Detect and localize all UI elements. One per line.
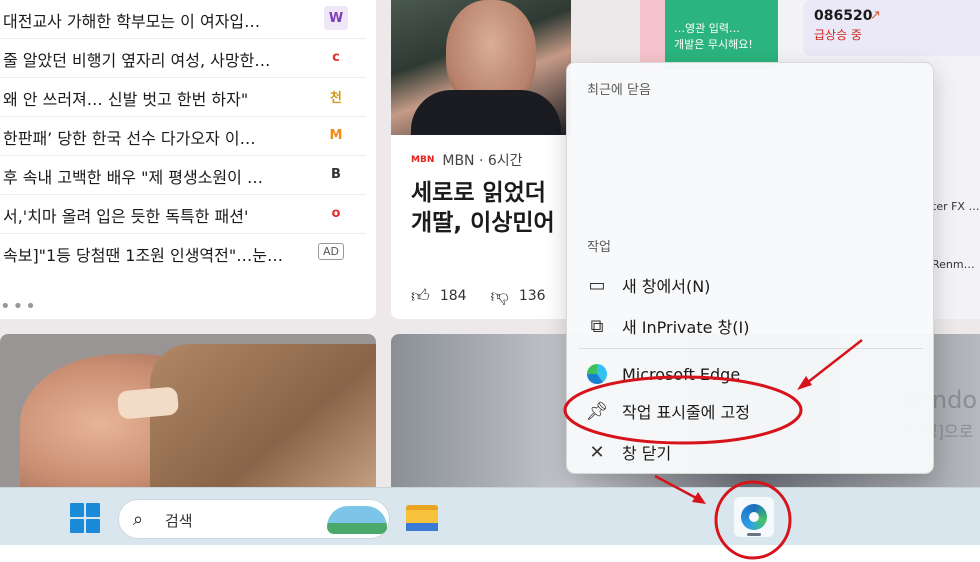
window-icon: ▭ <box>588 274 606 296</box>
headline-line: 개딸, 이상민어 <box>411 210 555 236</box>
ad-badge: AD <box>318 243 344 260</box>
publisher-logo-icon: M <box>329 127 343 143</box>
article-headline[interactable]: 세로로 읽었더 개딸, 이상민어 <box>411 178 571 238</box>
new-window-item[interactable]: ▭ 새 창에서(N) <box>575 266 925 304</box>
news-list-card: 대전교사 가해한 학부모는 이 여자입… W 줄 알았던 비행기 옆자리 여성,… <box>0 0 376 319</box>
thumbs-up-icon[interactable]: 👍︎ <box>411 285 430 307</box>
recent-closed-heading: 최근에 닫음 <box>587 83 651 98</box>
edge-taskbar-button[interactable] <box>734 497 774 537</box>
taskbar-search[interactable]: ⌕ 검색 <box>118 499 390 539</box>
publisher-logo-icon: o <box>331 205 341 221</box>
headline-line: 세로로 읽었더 <box>411 180 546 206</box>
mbn-logo-icon: MBN <box>411 155 435 165</box>
thumbs-down-icon[interactable]: 👎︎ <box>491 285 509 307</box>
sleep-photo[interactable] <box>0 334 376 494</box>
windows-logo-icon <box>70 503 84 517</box>
edge-jump-list: 최근에 닫음 작업 ▭ 새 창에서(N) ⧉ 새 InPrivate 창(I) … <box>566 62 934 474</box>
news-item[interactable]: 한판패’ 당한 한국 선수 다가오자 이… M <box>0 117 366 156</box>
running-indicator <box>747 533 761 536</box>
news-title[interactable]: 후 속내 고백한 배우 "제 평생소원이 … <box>3 164 303 188</box>
news-title[interactable]: 대전교사 가해한 학부모는 이 여자입… <box>3 8 303 32</box>
news-title[interactable]: 한판패’ 당한 한국 선수 다가오자 이… <box>3 125 303 149</box>
promo-line: …영관 입력… <box>674 22 740 35</box>
new-inprivate-item[interactable]: ⧉ 새 InPrivate 창(I) <box>575 307 925 345</box>
menu-divider <box>579 348 923 349</box>
search-placeholder: 검색 <box>165 512 193 530</box>
publisher-logo-icon: c <box>332 49 340 65</box>
news-title[interactable]: 속보]"1등 당첨땐 1조원 인생역전"…눈… <box>3 242 303 266</box>
taskbar: ⌕ 검색 <box>0 487 980 545</box>
screen-bottom <box>0 545 980 562</box>
news-item[interactable]: 서,'치마 올려 입은 듯한 독특한 패션' o <box>0 195 366 234</box>
menu-label: 새 InPrivate 창(I) <box>622 318 750 337</box>
blanket <box>150 344 376 494</box>
start-button[interactable] <box>70 503 100 533</box>
side-label: Renm… <box>932 258 975 271</box>
stock-trend: 급상승 중 <box>814 28 862 42</box>
publisher-logo-icon: W <box>324 6 348 30</box>
pin-icon: 📌︎ <box>585 400 609 422</box>
news-title[interactable]: 줄 알았던 비행기 옆자리 여성, 사망한… <box>3 47 303 71</box>
publisher-logo-icon: B <box>331 166 341 182</box>
news-item[interactable]: 속보]"1등 당첨땐 1조원 인생역전"…눈… AD <box>0 234 366 273</box>
like-count: 184 <box>439 288 467 304</box>
source-label: MBN · 6시간 <box>442 153 523 169</box>
publisher-logo-icon: 천 <box>330 90 342 106</box>
promo-card[interactable]: …영관 입력… 개발은 무시해요! <box>640 0 778 70</box>
search-highlight-art <box>327 506 387 534</box>
stock-code: 086520 <box>814 8 873 24</box>
pin-to-taskbar-item[interactable]: 📌︎ 작업 표시줄에 고정 <box>575 392 925 430</box>
more-options-icon[interactable]: ••• <box>0 296 38 317</box>
news-item[interactable]: 후 속내 고백한 배우 "제 평생소원이 … B <box>0 156 366 195</box>
article-photo <box>391 0 571 135</box>
menu-label: Microsoft Edge <box>622 364 741 384</box>
trend-up-icon: ↗ <box>870 8 881 23</box>
edge-icon <box>586 363 608 385</box>
news-title[interactable]: 왜 안 쓰러져… 신발 벗고 한번 하자" <box>3 86 303 110</box>
menu-label: 새 창에서(N) <box>622 277 711 296</box>
menu-label: 작업 표시줄에 고정 <box>622 403 750 422</box>
dislike-count: 136 <box>518 288 546 304</box>
close-window-item[interactable]: ✕ 창 닫기 <box>575 433 925 471</box>
news-item[interactable]: 왜 안 쓰러져… 신발 벗고 한번 하자" 천 <box>0 78 366 117</box>
promo-line: 개발은 무시해요! <box>674 38 753 51</box>
news-title[interactable]: 서,'치마 올려 입은 듯한 독특한 패션' <box>3 203 303 227</box>
edge-icon <box>741 504 767 530</box>
news-item[interactable]: 줄 알았던 비행기 옆자리 여성, 사망한… c <box>0 39 366 78</box>
tasks-heading: 작업 <box>587 240 611 255</box>
close-icon: ✕ <box>589 441 605 463</box>
menu-label: 창 닫기 <box>622 444 672 463</box>
mouth-tape <box>116 386 180 420</box>
reaction-bar: 👍︎ 184 👎︎ 136 <box>411 285 546 307</box>
article-card[interactable]: MBN MBN · 6시간 세로로 읽었더 개딸, 이상민어 👍︎ 184 👎︎… <box>391 0 571 319</box>
file-explorer-icon[interactable] <box>406 505 438 531</box>
article-source: MBN MBN · 6시간 <box>411 150 523 170</box>
news-item[interactable]: 대전교사 가해한 학부모는 이 여자입… W <box>0 0 366 39</box>
app-item[interactable]: Microsoft Edge <box>575 355 925 393</box>
search-icon: ⌕ <box>133 509 144 530</box>
inprivate-icon: ⧉ <box>590 315 604 337</box>
side-label: ter FX … <box>932 200 980 213</box>
person-suit <box>411 90 561 135</box>
